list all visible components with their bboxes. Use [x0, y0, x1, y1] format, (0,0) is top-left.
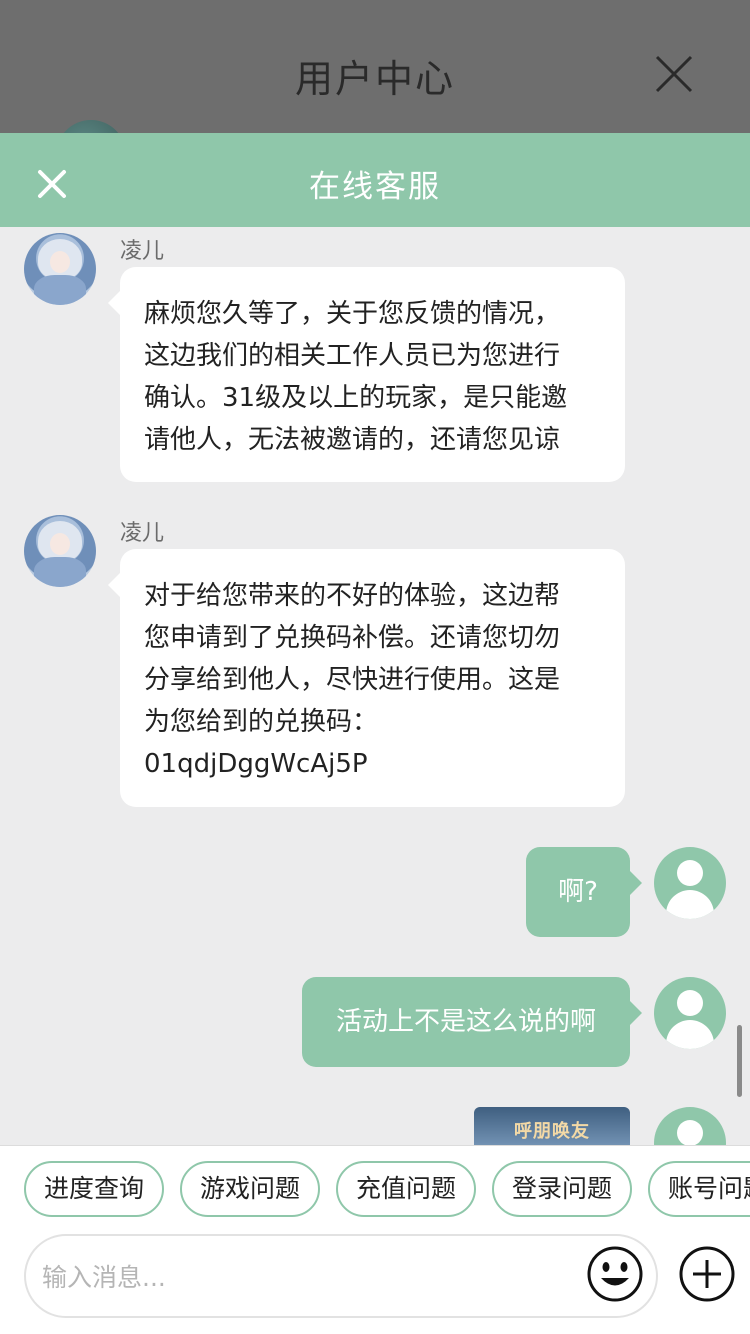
plus-icon[interactable]	[678, 1245, 736, 1303]
quick-reply-game[interactable]: 游戏问题	[180, 1161, 320, 1217]
user-message-text: 啊?	[558, 877, 598, 907]
chat-header: 在线客服	[0, 133, 750, 227]
quick-reply-recharge[interactable]: 充值问题	[336, 1161, 476, 1217]
user-avatar-icon[interactable]	[654, 1107, 726, 1145]
user-center-header: 用户中心	[0, 0, 750, 190]
agent-name: 凌儿	[120, 239, 165, 264]
quick-reply-login[interactable]: 登录问题	[492, 1161, 632, 1217]
image-message-title: 呼朋唤友	[514, 1121, 590, 1142]
agent-name: 凌儿	[120, 521, 165, 546]
user-center-close-icon[interactable]	[654, 54, 694, 94]
agent-message-text: 对于给您带来的不好的体验，这边帮 您申请到了兑换码补偿。还请您切勿 分享给到他人…	[144, 581, 561, 779]
message-list[interactable]: 凌儿 麻烦您久等了，关于您反馈的情况， 这边我们的相关工作人员已为您进行 确认。…	[0, 227, 750, 1145]
quick-reply-account[interactable]: 账号问题	[648, 1161, 750, 1217]
message-scrollbar[interactable]	[737, 1025, 742, 1097]
user-avatar-icon[interactable]	[654, 977, 726, 1049]
chat-title: 在线客服	[309, 169, 441, 205]
quick-reply-row[interactable]: 进度查询 游戏问题 充值问题 登录问题 账号问题	[0, 1161, 750, 1219]
user-message-bubble[interactable]: 活动上不是这么说的啊	[302, 977, 642, 1067]
user-avatar-icon[interactable]	[654, 847, 726, 919]
customer-service-page: 用户中心 在线客服 凌儿 麻烦您久等了，关于您反馈的情况， 这边我们的相关工作人…	[0, 0, 750, 1334]
agent-message-text: 麻烦您久等了，关于您反馈的情况， 这边我们的相关工作人员已为您进行 确认。31级…	[144, 299, 568, 455]
user-message-bubble[interactable]: 啊?	[526, 847, 642, 937]
user-center-title: 用户中心	[294, 57, 455, 101]
agent-avatar[interactable]	[24, 515, 96, 587]
agent-avatar[interactable]	[24, 233, 96, 305]
chat-input-bar: 进度查询 游戏问题 充值问题 登录问题 账号问题	[0, 1145, 750, 1334]
message-input-wrapper	[24, 1234, 658, 1318]
message-input[interactable]	[42, 1248, 582, 1306]
user-image-message[interactable]: 呼朋唤友	[474, 1107, 630, 1145]
emoji-icon[interactable]	[586, 1245, 644, 1303]
agent-message-bubble[interactable]: 麻烦您久等了，关于您反馈的情况， 这边我们的相关工作人员已为您进行 确认。31级…	[108, 267, 625, 482]
user-message-text: 活动上不是这么说的啊	[335, 1007, 596, 1037]
quick-reply-progress[interactable]: 进度查询	[24, 1161, 164, 1217]
agent-message-bubble[interactable]: 对于给您带来的不好的体验，这边帮 您申请到了兑换码补偿。还请您切勿 分享给到他人…	[108, 549, 625, 807]
